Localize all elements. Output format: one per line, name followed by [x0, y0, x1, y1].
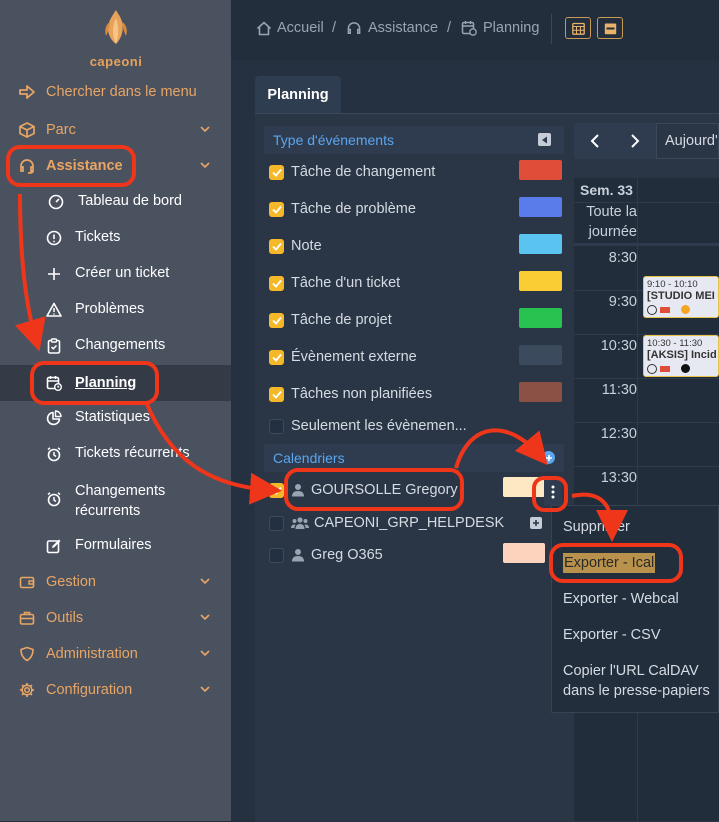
annotation-arrows [14, 193, 628, 542]
